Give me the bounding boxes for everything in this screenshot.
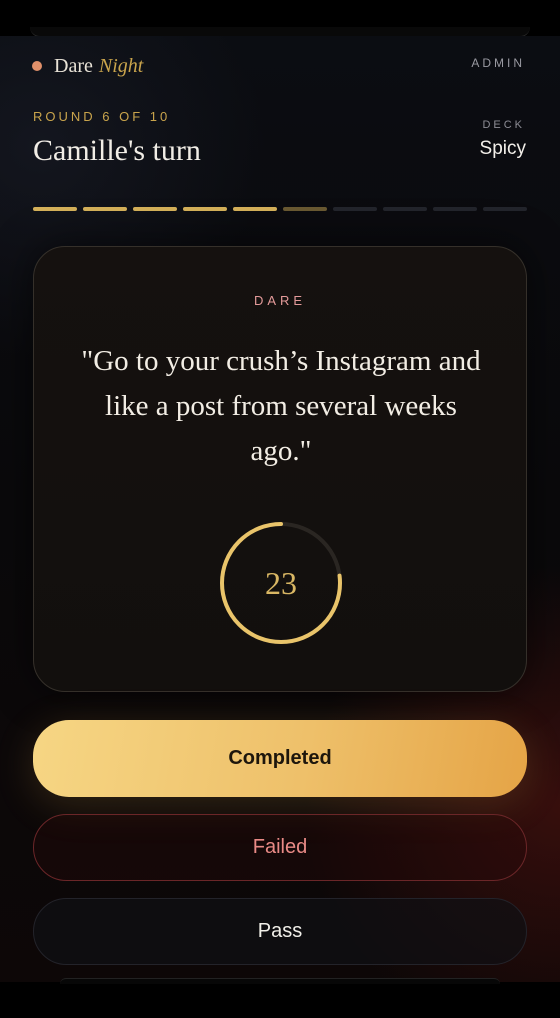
countdown-timer: 23 xyxy=(218,520,344,646)
progress-segment xyxy=(383,207,427,211)
card-type-label: DARE xyxy=(253,293,307,308)
admin-link[interactable]: ADMIN xyxy=(471,56,525,70)
completed-button[interactable]: Completed xyxy=(33,720,527,797)
current-turn-title: Camille's turn xyxy=(33,134,201,167)
device-top-bar xyxy=(0,0,560,37)
dare-card: DARE "Go to your crush’s Instagram and l… xyxy=(33,246,527,692)
deck-value: Spicy xyxy=(479,138,526,159)
status-dot-icon xyxy=(32,61,42,71)
failed-button[interactable]: Failed xyxy=(33,814,527,881)
progress-segment xyxy=(433,207,477,211)
progress-segment xyxy=(83,207,127,211)
brand-accent: Night xyxy=(98,54,144,77)
progress-segment xyxy=(333,207,377,211)
progress-segment xyxy=(283,207,327,211)
brand-name: Dare xyxy=(54,54,93,77)
progress-segment xyxy=(133,207,177,211)
device-bottom-edge xyxy=(60,978,500,984)
device-bottom-bar xyxy=(0,978,560,1018)
progress-segment xyxy=(483,207,527,211)
round-counter: ROUND 6 OF 10 xyxy=(33,109,171,124)
dare-prompt-text: "Go to your crush’s Instagram and like a… xyxy=(81,345,481,467)
progress-segment xyxy=(233,207,277,211)
timer-seconds: 23 xyxy=(265,564,297,601)
pass-button[interactable]: Pass xyxy=(33,898,527,965)
progress-segment xyxy=(33,207,77,211)
app-brand: Dare Night xyxy=(32,54,143,78)
deck-label: DECK xyxy=(482,119,525,131)
game-screen: Dare Night ADMIN ROUND 6 OF 10 Camille's… xyxy=(0,36,560,982)
round-progress-bar xyxy=(33,207,527,212)
progress-segment xyxy=(183,207,227,211)
